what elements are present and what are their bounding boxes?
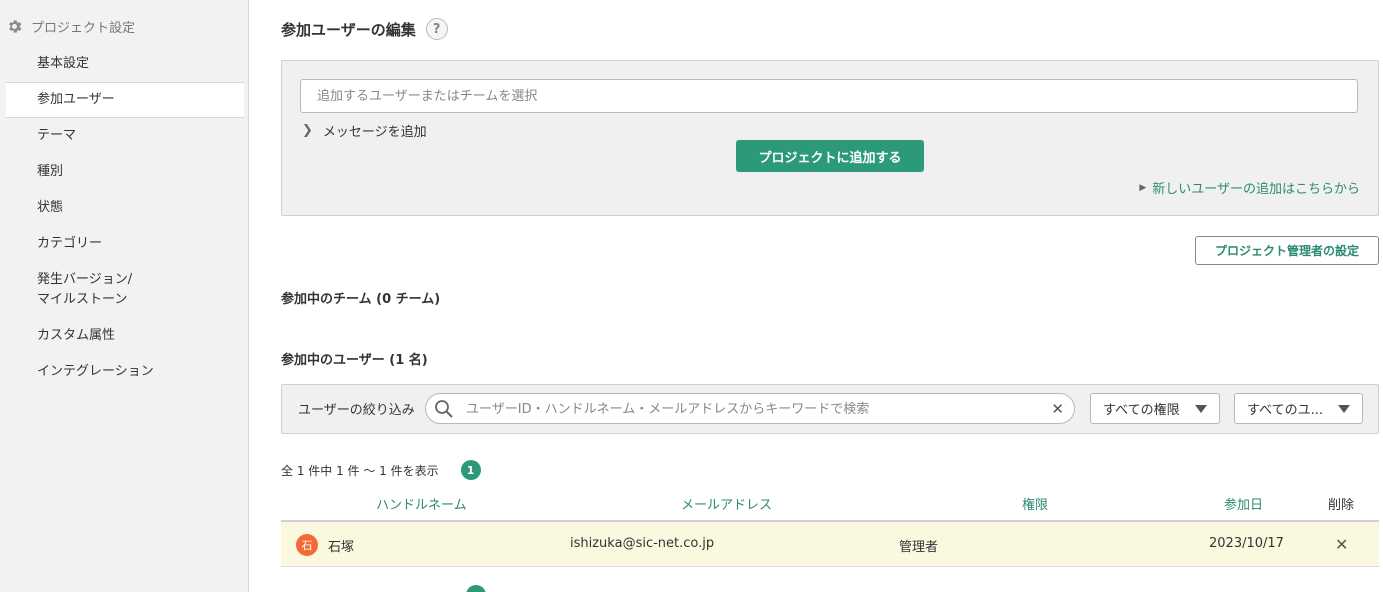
result-count: 全 1 件中 1 件 ～ 1 件を表示 1: [281, 460, 481, 480]
column-header-role[interactable]: 権限: [1022, 494, 1048, 513]
cell-role: 管理者: [899, 540, 939, 555]
users-heading: 参加中のユーザー (1 名): [281, 353, 428, 368]
question-icon[interactable]: ?: [425, 18, 448, 40]
table-row: 石 石塚 ishizuka@sic-net.co.jp 管理者 2023/10/…: [281, 522, 1379, 567]
role-filter-select[interactable]: すべての権限: [1090, 393, 1220, 424]
new-user-link-label: 新しいユーザーの追加はこちらから: [1152, 182, 1360, 197]
sidebar-item-custom-fields[interactable]: カスタム属性: [37, 326, 115, 346]
user-filter-bar: ユーザーの絞り込み ✕ すべての権限 すべてのユ...: [281, 384, 1379, 434]
sidebar-item-version-line1: 発生バージョン/: [37, 272, 133, 287]
sidebar-item-type[interactable]: 種別: [37, 162, 63, 182]
sidebar-heading-label: プロジェクト設定: [31, 20, 136, 36]
sidebar-item-members[interactable]: 参加ユーザー: [6, 82, 244, 118]
clear-search-icon[interactable]: ✕: [1051, 400, 1064, 418]
cell-email: ishizuka@sic-net.co.jp: [570, 536, 715, 551]
cell-joined: 2023/10/17: [1209, 536, 1284, 551]
sidebar-item-status[interactable]: 状態: [37, 198, 63, 218]
main-content: 参加ユーザーの編集 ? ❯ メッセージを追加 プロジェクトに追加する ▶ 新しい…: [281, 0, 1379, 592]
user-type-filter-select[interactable]: すべてのユ...: [1234, 393, 1363, 424]
sidebar-item-version-line2: マイルストーン: [37, 292, 128, 307]
caret-down-icon: [1338, 405, 1350, 413]
sidebar-item-basic[interactable]: 基本設定: [37, 54, 89, 74]
page-title-text: 参加ユーザーの編集: [281, 20, 416, 39]
column-header-email[interactable]: メールアドレス: [681, 494, 772, 513]
page-title: 参加ユーザーの編集 ?: [281, 18, 448, 40]
caret-down-icon: [1195, 405, 1207, 413]
cell-handle: 石塚: [328, 540, 355, 555]
column-header-delete: 削除: [1328, 498, 1355, 513]
user-search-input[interactable]: [464, 394, 1048, 425]
sidebar-item-category[interactable]: カテゴリー: [37, 234, 102, 254]
column-header-joined[interactable]: 参加日: [1224, 494, 1263, 513]
project-admin-settings-button[interactable]: プロジェクト管理者の設定: [1195, 236, 1379, 265]
delete-member-icon[interactable]: ✕: [1335, 535, 1348, 554]
sidebar-item-version[interactable]: 発生バージョン/ マイルストーン: [37, 270, 132, 310]
user-type-filter-value: すべてのユ...: [1247, 403, 1323, 418]
bottom-pagination-peek: [281, 585, 681, 592]
chevron-right-icon: ❯: [302, 123, 313, 138]
result-summary: 全 1 件中 1 件 ～ 1 件を表示: [281, 463, 439, 478]
column-header-handle[interactable]: ハンドルネーム: [376, 494, 467, 513]
new-user-link[interactable]: ▶ 新しいユーザーの追加はこちらから: [1139, 178, 1360, 197]
settings-sidebar: プロジェクト設定 基本設定 参加ユーザー テーマ 種別 状態 カテゴリー 発生バ…: [0, 0, 249, 592]
sidebar-item-theme[interactable]: テーマ: [37, 126, 76, 146]
add-member-panel: ❯ メッセージを追加 プロジェクトに追加する ▶ 新しいユーザーの追加はこちらか…: [281, 60, 1379, 216]
add-to-project-button[interactable]: プロジェクトに追加する: [736, 140, 924, 172]
teams-heading: 参加中のチーム (0 チーム): [281, 292, 441, 307]
triangle-right-icon: ▶: [1139, 182, 1147, 193]
gear-icon: [9, 19, 22, 33]
add-message-label: メッセージを追加: [322, 125, 427, 140]
filter-label: ユーザーの絞り込み: [298, 403, 415, 418]
page-badge[interactable]: 1: [460, 460, 481, 480]
user-team-select-input[interactable]: [300, 79, 1358, 113]
avatar: 石: [296, 534, 318, 556]
add-message-toggle[interactable]: ❯ メッセージを追加: [302, 121, 427, 140]
sidebar-heading: プロジェクト設定: [6, 16, 135, 36]
user-search-box: ✕: [425, 393, 1075, 425]
page-badge-bottom: [466, 585, 486, 592]
search-icon: [435, 400, 453, 418]
role-filter-value: すべての権限: [1103, 403, 1180, 418]
sidebar-item-integration[interactable]: インテグレーション: [37, 362, 154, 382]
